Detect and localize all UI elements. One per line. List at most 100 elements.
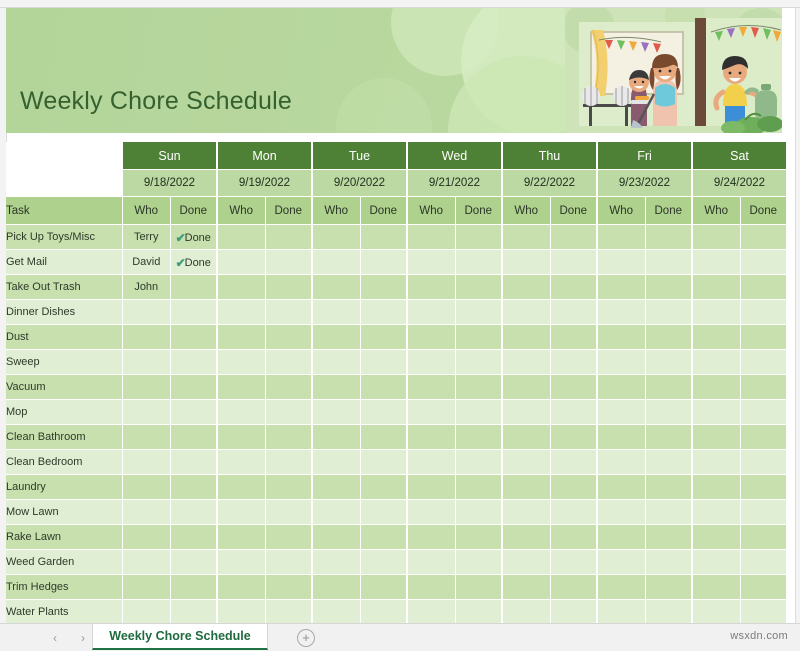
done-cell[interactable] <box>550 575 598 600</box>
who-cell[interactable] <box>503 225 551 250</box>
who-cell[interactable] <box>693 325 741 350</box>
done-cell[interactable] <box>740 550 788 575</box>
table-row[interactable]: Sweep <box>6 350 788 375</box>
who-cell[interactable] <box>503 325 551 350</box>
done-cell[interactable] <box>265 525 313 550</box>
done-cell[interactable] <box>550 225 598 250</box>
task-name-cell[interactable]: Take Out Trash <box>6 275 123 300</box>
done-cell[interactable] <box>550 350 598 375</box>
who-cell[interactable] <box>408 525 456 550</box>
done-cell[interactable] <box>740 300 788 325</box>
done-cell[interactable] <box>645 600 693 625</box>
who-cell[interactable] <box>408 600 456 625</box>
task-name-cell[interactable]: Rake Lawn <box>6 525 123 550</box>
done-cell[interactable] <box>265 500 313 525</box>
done-cell[interactable] <box>265 550 313 575</box>
who-cell[interactable] <box>313 375 361 400</box>
done-cell[interactable] <box>360 425 408 450</box>
who-cell[interactable] <box>598 575 646 600</box>
done-cell[interactable] <box>550 325 598 350</box>
who-cell[interactable] <box>408 450 456 475</box>
task-name-cell[interactable]: Water Plants <box>6 600 123 625</box>
who-cell[interactable] <box>503 400 551 425</box>
who-cell[interactable] <box>218 450 266 475</box>
who-cell[interactable] <box>313 275 361 300</box>
who-cell[interactable] <box>693 300 741 325</box>
who-cell[interactable] <box>598 225 646 250</box>
who-cell[interactable] <box>503 350 551 375</box>
who-cell[interactable] <box>598 475 646 500</box>
who-cell[interactable] <box>123 450 171 475</box>
who-cell[interactable] <box>693 450 741 475</box>
task-name-cell[interactable]: Sweep <box>6 350 123 375</box>
done-cell[interactable] <box>550 525 598 550</box>
chore-rows-body[interactable]: Pick Up Toys/Misc Terry ✔Done Get Mail David… <box>6 225 788 625</box>
table-row[interactable]: Rake Lawn <box>6 525 788 550</box>
done-cell[interactable] <box>170 500 218 525</box>
done-cell[interactable] <box>265 350 313 375</box>
done-cell[interactable] <box>455 475 503 500</box>
who-cell[interactable] <box>408 475 456 500</box>
done-cell[interactable] <box>740 500 788 525</box>
who-cell[interactable] <box>408 425 456 450</box>
done-cell[interactable] <box>645 450 693 475</box>
done-cell[interactable]: ✔Done <box>170 250 218 275</box>
who-cell[interactable] <box>598 400 646 425</box>
who-cell[interactable] <box>693 275 741 300</box>
who-cell[interactable] <box>408 300 456 325</box>
who-cell[interactable] <box>123 300 171 325</box>
done-cell[interactable] <box>455 600 503 625</box>
who-cell[interactable] <box>503 600 551 625</box>
done-cell[interactable] <box>645 225 693 250</box>
done-cell[interactable] <box>170 350 218 375</box>
done-cell[interactable] <box>645 575 693 600</box>
done-cell[interactable] <box>360 525 408 550</box>
task-name-cell[interactable]: Dust <box>6 325 123 350</box>
done-cell[interactable] <box>265 450 313 475</box>
done-cell[interactable] <box>645 300 693 325</box>
done-cell[interactable] <box>265 425 313 450</box>
who-cell[interactable] <box>313 425 361 450</box>
done-cell[interactable] <box>455 400 503 425</box>
who-cell[interactable] <box>218 325 266 350</box>
who-cell[interactable] <box>503 525 551 550</box>
done-cell[interactable] <box>360 550 408 575</box>
who-cell[interactable] <box>598 550 646 575</box>
table-row[interactable]: Laundry <box>6 475 788 500</box>
done-cell[interactable] <box>360 475 408 500</box>
who-cell[interactable] <box>123 475 171 500</box>
who-cell[interactable] <box>598 350 646 375</box>
who-cell[interactable] <box>503 575 551 600</box>
done-cell[interactable] <box>360 400 408 425</box>
next-sheet-icon[interactable]: › <box>72 629 94 647</box>
who-cell[interactable] <box>218 500 266 525</box>
who-cell[interactable] <box>313 525 361 550</box>
who-cell[interactable] <box>408 375 456 400</box>
who-cell[interactable] <box>598 300 646 325</box>
task-name-cell[interactable]: Pick Up Toys/Misc <box>6 225 123 250</box>
who-cell[interactable] <box>408 400 456 425</box>
done-cell[interactable] <box>740 575 788 600</box>
add-sheet-icon[interactable]: + <box>297 629 315 647</box>
who-cell[interactable] <box>503 500 551 525</box>
done-cell[interactable] <box>265 600 313 625</box>
who-cell[interactable] <box>503 375 551 400</box>
done-cell[interactable] <box>170 475 218 500</box>
table-row[interactable]: Pick Up Toys/Misc Terry ✔Done <box>6 225 788 250</box>
table-row[interactable]: Get Mail David ✔Done <box>6 250 788 275</box>
done-cell[interactable] <box>455 225 503 250</box>
task-name-cell[interactable]: Trim Hedges <box>6 575 123 600</box>
who-cell[interactable] <box>408 250 456 275</box>
who-cell[interactable] <box>218 350 266 375</box>
who-cell[interactable] <box>598 275 646 300</box>
done-cell[interactable] <box>170 400 218 425</box>
who-cell[interactable] <box>313 475 361 500</box>
done-cell[interactable] <box>645 400 693 425</box>
who-cell[interactable] <box>313 550 361 575</box>
done-cell[interactable] <box>170 525 218 550</box>
task-name-cell[interactable]: Dinner Dishes <box>6 300 123 325</box>
task-name-cell[interactable]: Laundry <box>6 475 123 500</box>
done-cell[interactable] <box>265 250 313 275</box>
done-cell[interactable] <box>740 425 788 450</box>
done-cell[interactable] <box>550 500 598 525</box>
